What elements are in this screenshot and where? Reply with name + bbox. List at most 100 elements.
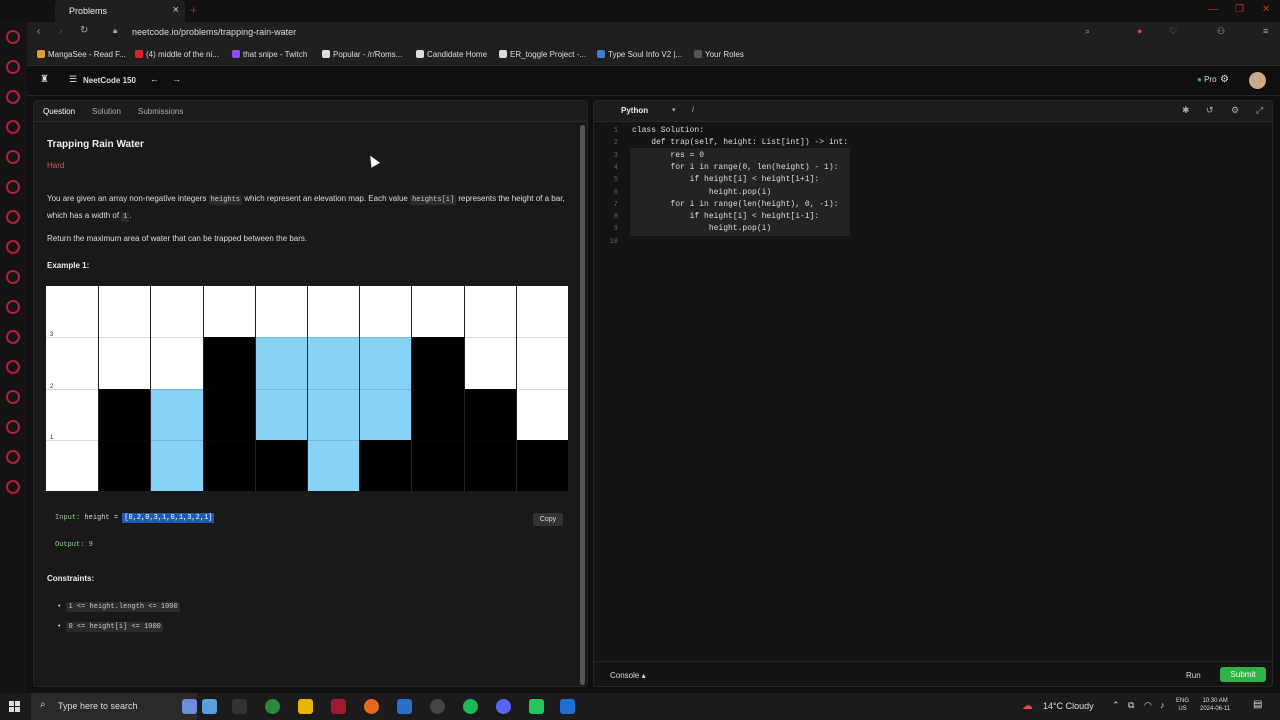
bookmark-item[interactable]: Candidate Home — [416, 50, 487, 59]
problem-list-title[interactable]: NeetCode 150 — [83, 76, 136, 85]
sidebar-app-icon[interactable] — [6, 480, 20, 494]
submit-button[interactable]: Submit — [1220, 667, 1266, 682]
bookmark-item[interactable]: Type Soul Info V2 |... — [597, 50, 682, 59]
window-close-icon[interactable]: ✕ — [1262, 4, 1270, 15]
sidebar-app-icon[interactable] — [6, 360, 20, 374]
run-button[interactable]: Run — [1186, 671, 1201, 680]
difficulty-badge: Hard — [47, 161, 65, 170]
list-icon[interactable]: ☰ — [69, 74, 77, 85]
volume-icon[interactable]: ♪ — [1160, 700, 1165, 710]
chevron-down-icon[interactable]: ▾ — [672, 106, 676, 114]
bookmark-item[interactable]: that snipe - Twitch — [232, 50, 307, 59]
next-problem-button[interactable]: → — [172, 74, 181, 84]
minimize-icon[interactable]: — — [1208, 4, 1218, 15]
console-toggle[interactable]: Console ▴ — [610, 671, 646, 680]
widgets-app-icon[interactable] — [202, 699, 217, 714]
avatar[interactable] — [1249, 72, 1266, 89]
reload-icon[interactable]: ↻ — [80, 25, 88, 36]
sidebar-app-icon[interactable] — [6, 150, 20, 164]
bookmark-item[interactable]: Your Roles — [694, 50, 744, 59]
store-app-icon[interactable] — [397, 699, 412, 714]
chrome-app-icon[interactable] — [265, 699, 280, 714]
firefox-app-icon[interactable] — [364, 699, 379, 714]
sidebar-app-icon[interactable] — [6, 90, 20, 104]
grid-line — [46, 439, 568, 441]
vscode-app-icon[interactable] — [560, 699, 575, 714]
sidebar-app-icon[interactable] — [6, 240, 20, 254]
code-line[interactable]: class Solution: — [632, 126, 704, 135]
new-tab-button[interactable]: + — [190, 3, 197, 17]
wifi-icon[interactable]: ◠ — [1144, 700, 1152, 711]
explorer-app-icon[interactable] — [182, 699, 197, 714]
discord-app-icon[interactable] — [496, 699, 511, 714]
code-line[interactable]: height.pop(i) — [632, 224, 771, 233]
back-icon[interactable]: ‹ — [37, 26, 40, 37]
windows-start-icon[interactable] — [9, 701, 20, 712]
code-line[interactable]: def trap(self, height: List[int]) -> int… — [632, 138, 848, 147]
task-view-icon[interactable] — [232, 699, 247, 714]
code-line[interactable]: for i in range(len(height), 0, -1): — [632, 200, 838, 209]
tab-submissions[interactable]: Submissions — [138, 107, 183, 116]
sidebar-app-icon[interactable] — [6, 60, 20, 74]
url-field[interactable]: neetcode.io/problems/trapping-rain-water — [132, 27, 296, 37]
editor-settings-icon[interactable]: ⚙ — [1231, 105, 1239, 116]
tab-question[interactable]: Question — [43, 107, 75, 116]
tab-solution[interactable]: Solution — [92, 107, 121, 116]
folder-app-icon[interactable] — [298, 699, 313, 714]
prev-problem-button[interactable]: ← — [150, 74, 159, 84]
neetcode-logo-icon[interactable]: ♜ — [40, 74, 49, 85]
bookmark-item[interactable]: (4) middle of the ni... — [135, 50, 219, 59]
notification-icon[interactable]: ▤ — [1253, 699, 1262, 710]
browser-tab[interactable]: Problems × — [55, 0, 185, 22]
reset-icon[interactable]: ↺ — [1206, 105, 1214, 116]
elevation-bar — [515, 439, 568, 491]
code-line[interactable]: for i in range(0, len(height) - 1): — [632, 163, 838, 172]
sidebar-app-icon[interactable] — [6, 30, 20, 44]
pro-button[interactable]: ● Pro — [1197, 75, 1217, 84]
clock[interactable]: 10:30 AM 2024-06-11 — [1200, 697, 1230, 713]
menu-icon[interactable]: ≡ — [1263, 26, 1268, 36]
fullscreen-icon[interactable]: ⤢ — [1256, 105, 1263, 116]
profile-icon[interactable]: ⚇ — [1217, 26, 1225, 37]
sidebar-app-icon[interactable] — [6, 300, 20, 314]
sidebar-app-icon[interactable] — [6, 180, 20, 194]
code-line[interactable]: height.pop(i) — [632, 188, 771, 197]
scrollbar[interactable] — [580, 125, 585, 685]
spotify-app-icon[interactable] — [463, 699, 478, 714]
sidebar-app-icon[interactable] — [6, 330, 20, 344]
info-icon[interactable]: i — [692, 105, 694, 114]
bookmark-item[interactable]: MangaSee - Read F... — [37, 50, 126, 59]
language-indicator[interactable]: ENG US — [1176, 697, 1189, 713]
line-number: 7 — [613, 200, 618, 209]
sidebar-app-icon[interactable] — [6, 120, 20, 134]
bookmark-item[interactable]: Popular - /r/Roms... — [322, 50, 402, 59]
copy-button[interactable]: Copy — [533, 513, 563, 526]
code-line[interactable]: res = 0 — [632, 151, 704, 160]
code-line[interactable]: if height[i] < height[i-1]: — [632, 212, 820, 221]
settings-gear-icon[interactable]: ⚙ — [1220, 74, 1229, 85]
weather-text[interactable]: 14°C Cloudy — [1043, 701, 1094, 711]
tab-close-icon[interactable]: × — [173, 4, 179, 16]
language-selector[interactable]: Python — [621, 106, 648, 115]
tray-chevron-icon[interactable]: ⌃ — [1112, 700, 1120, 711]
maximize-icon[interactable]: ❐ — [1235, 4, 1244, 15]
network-icon[interactable]: ⧉ — [1128, 700, 1134, 711]
extension-icon[interactable]: ● — [1137, 26, 1142, 36]
sidebar-app-icon[interactable] — [6, 210, 20, 224]
steam-app-icon[interactable] — [430, 699, 445, 714]
weather-icon: ☁ — [1022, 700, 1033, 712]
zoom-icon[interactable]: ⌕ — [1085, 26, 1090, 37]
game-app-icon[interactable] — [529, 699, 544, 714]
taskbar-search-box[interactable]: ⌕ Type here to search — [31, 693, 197, 720]
bookmark-item[interactable]: ER_toggle Project -... — [499, 50, 586, 59]
sidebar-app-icon[interactable] — [6, 450, 20, 464]
forward-icon[interactable]: › — [59, 26, 62, 37]
sidebar-app-icon[interactable] — [6, 390, 20, 404]
opera-app-icon[interactable] — [331, 699, 346, 714]
bug-icon[interactable]: ✱ — [1182, 105, 1190, 116]
bookmark-icon[interactable]: ♡ — [1169, 26, 1177, 37]
sidebar-app-icon[interactable] — [6, 420, 20, 434]
lock-icon[interactable]: 🔒︎ — [113, 26, 117, 36]
code-line[interactable]: if height[i] < height[i+1]: — [632, 175, 820, 184]
sidebar-app-icon[interactable] — [6, 270, 20, 284]
